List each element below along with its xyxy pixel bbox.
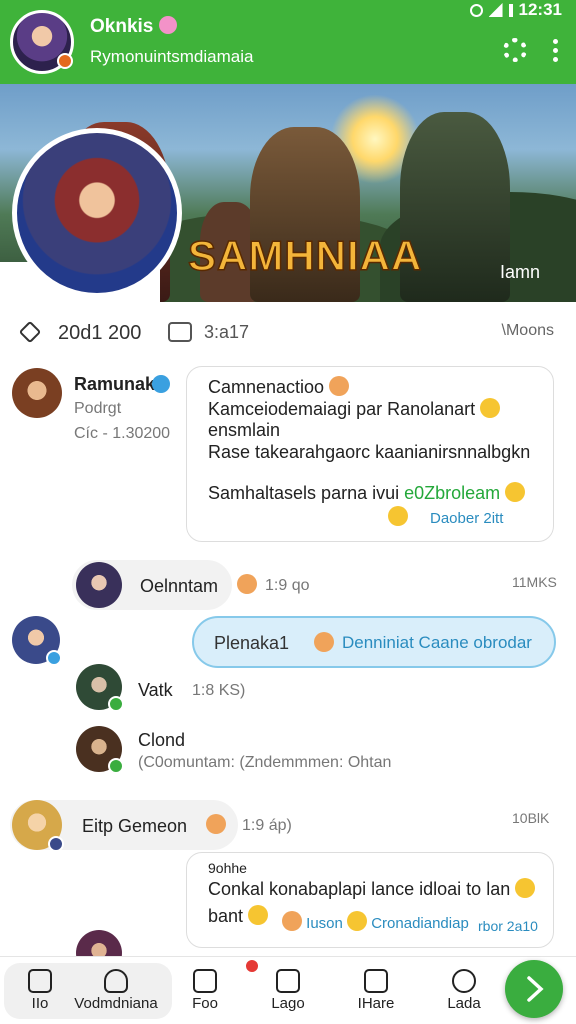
emoji-icon: [314, 632, 334, 652]
card-line: Rase takearahgaorc kaanianirsnnalbgkn: [208, 442, 531, 462]
emoji-icon: [515, 878, 536, 898]
post-role: Podrgt: [74, 400, 122, 417]
emoji-icon: [347, 911, 368, 931]
card-line: 9ohhe: [208, 860, 247, 876]
emoji-icon: [206, 814, 226, 834]
signal-icon: [488, 3, 503, 17]
comment-time: 1:9 áp): [242, 817, 292, 834]
card-line: Camnenactioo: [208, 376, 350, 398]
flower-icon: [159, 16, 178, 34]
card-tag: Iuson Cronadiandiap: [282, 911, 469, 932]
more-options-icon[interactable]: [553, 38, 558, 62]
location-icon: [469, 3, 483, 17]
avatar[interactable]: [12, 800, 64, 852]
banner-tag: Iamn: [500, 262, 541, 282]
emoji-icon: [248, 905, 269, 925]
game-logo: SAMHNIAA: [187, 231, 423, 280]
next-button[interactable]: [505, 960, 563, 1018]
user-icon: [452, 969, 476, 993]
card-line: Kamceiodemaiagi par Ranolanart: [208, 398, 501, 420]
bottom-nav: IIo Vodmdniana Foo Lago IHare Lada: [0, 956, 576, 1024]
header-subtitle: Rymonuintsmdiamaia: [90, 47, 254, 66]
emoji-icon: [480, 398, 501, 418]
comment-icon[interactable]: [168, 322, 192, 342]
header-title-text: Oknkis: [90, 16, 154, 37]
nav-tab[interactable]: Vodmdniana: [66, 963, 166, 1019]
badge-icon: [48, 836, 64, 852]
comment-time: 1:9 qo: [265, 577, 310, 594]
comment-meta: (C0omuntam: (Zndemmmen: Ohtan: [138, 754, 392, 771]
emoji-icon: [282, 911, 302, 931]
post-author[interactable]: Ramunakl: [74, 374, 160, 395]
status-time: 12:31: [518, 0, 562, 19]
badge-icon: [108, 758, 124, 774]
avatar[interactable]: [12, 616, 62, 666]
nav-tab[interactable]: Lago: [248, 963, 328, 1019]
avatar[interactable]: [76, 562, 122, 608]
comment-author[interactable]: Eitp Gemeon: [82, 816, 187, 837]
profile-avatar[interactable]: [10, 10, 74, 74]
badge-icon: [46, 650, 62, 666]
emoji-icon: [329, 376, 350, 396]
status-bar: 12:31: [469, 0, 562, 20]
nav-tab[interactable]: IHare: [336, 963, 416, 1019]
avatar[interactable]: [12, 368, 62, 418]
status-dot-icon: [57, 53, 73, 69]
chevron-right-icon: [527, 976, 544, 1002]
card-line: ensmlain: [208, 420, 281, 440]
house-icon: [193, 969, 217, 993]
emoji-icon: [237, 574, 257, 594]
reply-label: Plenaka1: [214, 633, 290, 653]
app-header: 12:31 Oknkis Rymonuintsmdiamaia: [0, 0, 576, 84]
card-date: Daober 2itt: [430, 510, 504, 527]
tag-icon: [18, 320, 42, 344]
heart-icon: [104, 969, 128, 993]
header-title: Oknkis: [90, 16, 178, 38]
profile-large-avatar[interactable]: [12, 128, 182, 298]
battery-icon: [508, 3, 513, 17]
avatar[interactable]: [76, 664, 124, 712]
comment-author[interactable]: Oelnntam: [140, 576, 218, 597]
comment-author[interactable]: Clond: [138, 730, 185, 751]
home-icon: [28, 969, 52, 993]
reply-text: Denniniat Caane obrodar: [342, 633, 532, 652]
card-line: Conkal konabaplapi lance idloai to lan: [208, 878, 536, 900]
avatar[interactable]: [76, 726, 124, 774]
emoji-icon: [505, 482, 526, 502]
card-line: bant: [208, 905, 269, 927]
post-meta: Cíc - 1.30200: [74, 425, 171, 442]
verified-icon: [152, 375, 170, 393]
settings-icon[interactable]: [503, 38, 527, 62]
stats-row: 20d1 200 3:a17 \Moons: [0, 320, 576, 346]
nav-tab[interactable]: Foo: [165, 963, 245, 1019]
box-icon: [364, 969, 388, 993]
stats-right-label: \Moons: [501, 322, 554, 339]
card-line: Samhaltasels parna ivui e0Zbroleam: [208, 482, 526, 504]
comment-author[interactable]: Vatk: [138, 680, 173, 701]
stats-count: 20d1 200: [58, 322, 142, 344]
stats-time: 3:a17: [204, 322, 250, 342]
comment-count: 10BlK: [512, 810, 550, 826]
card-date: rbor 2a10: [478, 918, 538, 934]
nav-tab[interactable]: Lada: [424, 963, 504, 1019]
badge-icon: [108, 696, 124, 712]
emoji-icon: [388, 506, 408, 526]
comment-time: 1:8 KS): [192, 682, 246, 699]
bag-icon: [276, 969, 300, 993]
comment-count: 11MKS: [512, 574, 557, 590]
